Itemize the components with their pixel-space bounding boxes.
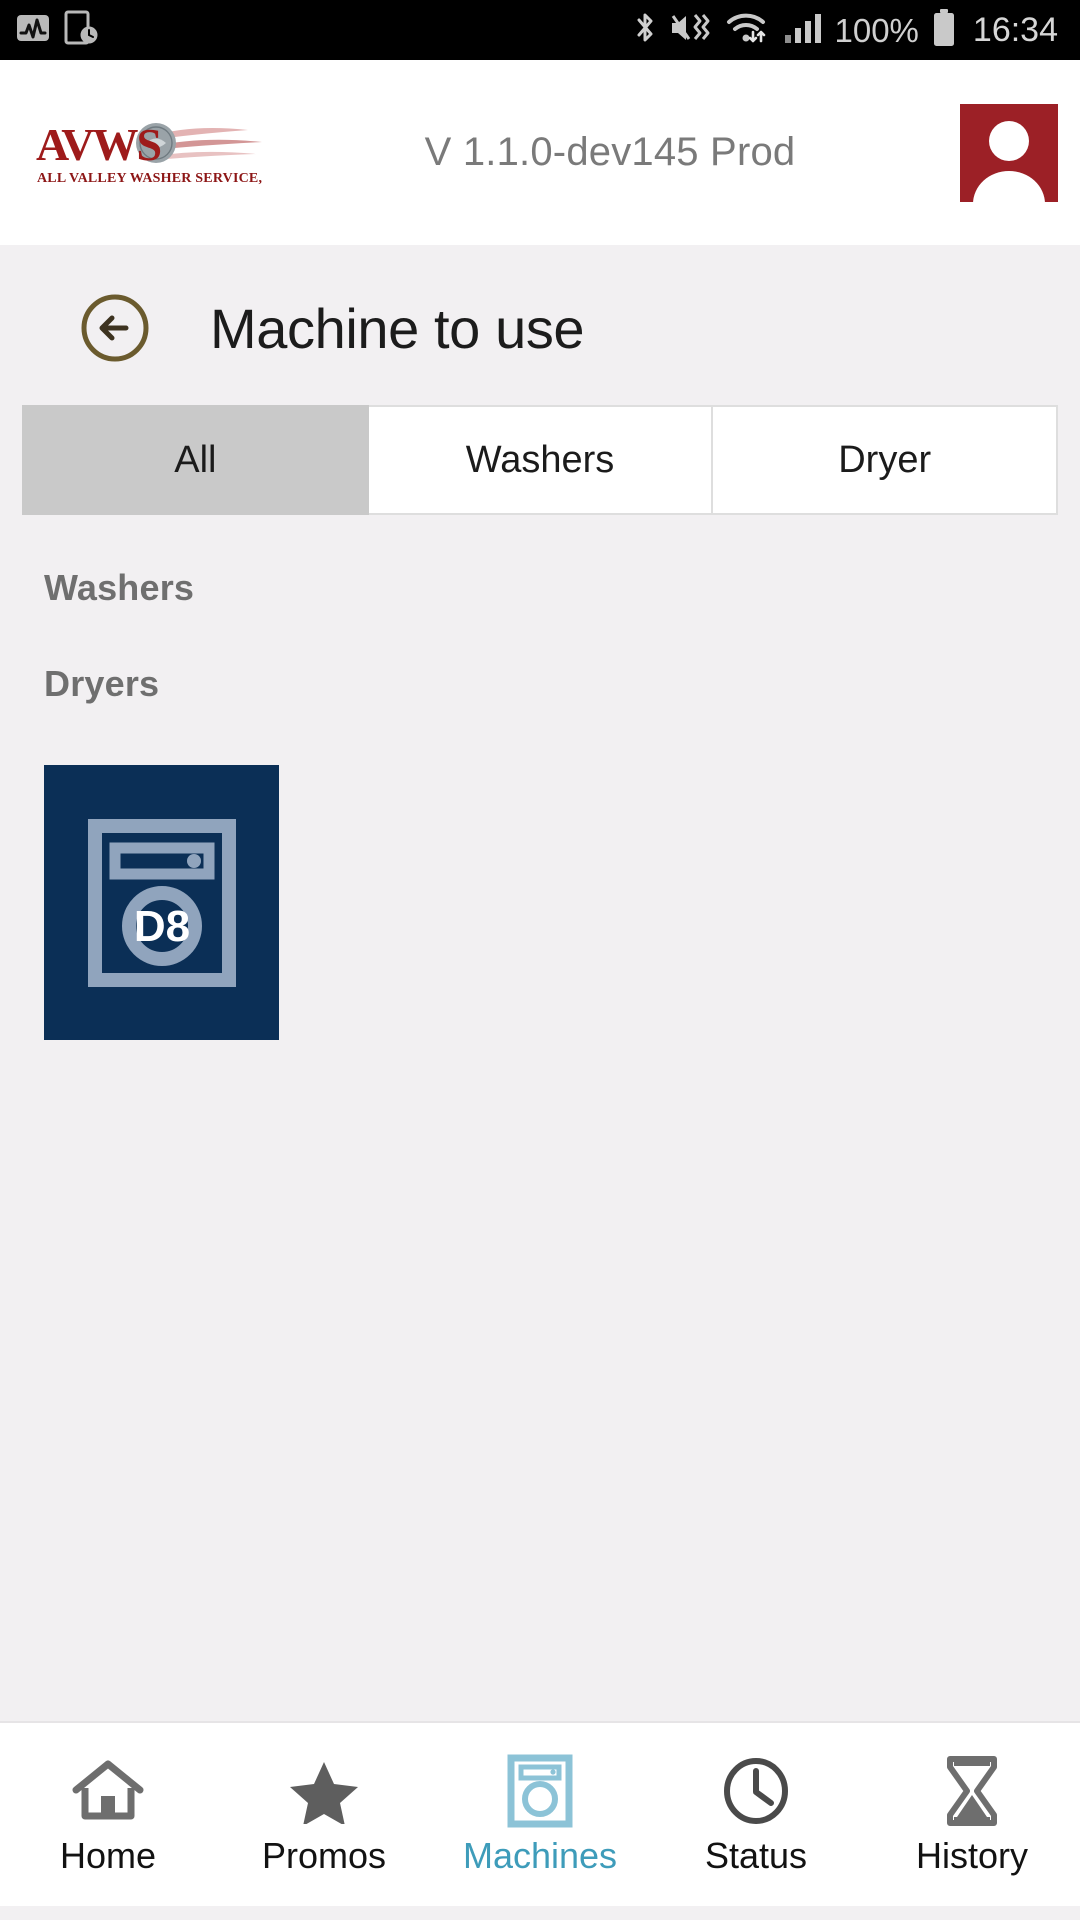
machine-id-label: D8: [133, 902, 189, 951]
tab-all[interactable]: All: [22, 405, 369, 515]
nav-item-machines[interactable]: Machines: [432, 1723, 648, 1906]
status-bar-clock: 16:34: [972, 11, 1058, 49]
svg-text:AVWS: AVWS: [36, 119, 161, 170]
hourglass-icon: [943, 1755, 1001, 1826]
status-bar: 100% 16:34: [0, 0, 1080, 60]
wifi-icon: [725, 10, 771, 51]
tab-washers-label: Washers: [465, 438, 615, 481]
back-button[interactable]: [78, 291, 152, 365]
machine-tile-d8[interactable]: D8: [44, 765, 279, 1040]
dryer-machine-icon: D8: [87, 818, 236, 987]
device-clock-icon: [64, 10, 98, 51]
nav-label-status: Status: [704, 1834, 808, 1876]
battery-full-icon: [931, 8, 957, 53]
nav-label-home: Home: [59, 1834, 157, 1876]
clock-icon: [722, 1756, 790, 1826]
nav-item-status[interactable]: Status: [648, 1723, 864, 1906]
star-icon: [289, 1756, 359, 1826]
machine-list-content: Washers Dryers D8: [0, 515, 1080, 1721]
avatar[interactable]: [960, 103, 1058, 202]
avws-logo: AVWS ALL VALLEY WASHER SERVICE, INC.: [0, 116, 300, 190]
tab-dryer-label: Dryer: [838, 438, 932, 481]
nav-label-machines: Machines: [462, 1834, 618, 1876]
page-title-row: Machine to use: [0, 245, 1080, 405]
mute-vibrate-icon: [669, 11, 713, 50]
status-bar-left-icons: [16, 10, 98, 51]
battery-percent-label: 100%: [834, 11, 919, 49]
status-bar-right-icons: 100% 16:34: [633, 8, 1058, 53]
nav-item-home[interactable]: Home: [0, 1723, 216, 1906]
app-screen: 100% 16:34 AVWS ALL VALLEY WASHER SERVIC…: [0, 0, 1080, 1920]
tab-washers[interactable]: Washers: [368, 405, 714, 515]
washer-icon: [507, 1754, 573, 1827]
tab-dryer[interactable]: Dryer: [713, 405, 1059, 515]
section-header-washers: Washers: [44, 567, 195, 608]
circle-back-arrow-icon: [81, 294, 149, 362]
cellular-signal-icon: [783, 11, 823, 50]
bottom-strip: [0, 1906, 1080, 1920]
nav-label-promos: Promos: [261, 1834, 387, 1876]
app-header: AVWS ALL VALLEY WASHER SERVICE, INC. V 1…: [0, 60, 1080, 245]
user-avatar-icon: [973, 120, 1045, 202]
page-title: Machine to use: [210, 296, 585, 360]
machine-type-tabs: All Washers Dryer: [22, 405, 1059, 515]
nav-label-history: History: [915, 1834, 1028, 1876]
app-version-label: V 1.1.0-dev145 Prod: [424, 130, 796, 174]
section-header-dryers: Dryers: [44, 663, 160, 704]
tab-all-label: All: [174, 438, 217, 481]
nav-item-history[interactable]: History: [864, 1723, 1080, 1906]
home-icon: [72, 1756, 144, 1826]
svg-text:ALL VALLEY WASHER SERVICE, INC: ALL VALLEY WASHER SERVICE, INC.: [37, 171, 266, 186]
activity-monitor-icon: [16, 11, 50, 50]
machine-grid: D8: [44, 765, 1036, 1040]
bluetooth-icon: [633, 10, 657, 51]
nav-item-promos[interactable]: Promos: [216, 1723, 432, 1906]
bottom-navigation: Home Promos Machines Status History: [0, 1721, 1080, 1906]
